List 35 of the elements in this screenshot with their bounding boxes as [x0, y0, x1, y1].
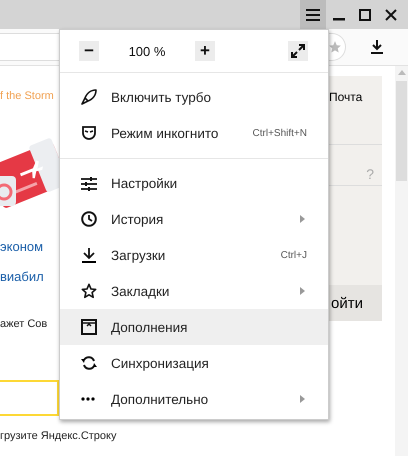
mail-link[interactable]: Почта	[327, 76, 382, 104]
hint-text: грузите Яндекс.Строку	[0, 430, 118, 442]
zoom-out-button[interactable]: −	[79, 41, 99, 61]
scroll-thumb[interactable]	[396, 81, 407, 181]
star-icon	[81, 283, 97, 299]
menu-item[interactable]: Загрузки Ctrl+J	[60, 237, 328, 273]
submenu-arrow-icon	[300, 395, 305, 403]
menu-item[interactable]: История	[60, 201, 328, 237]
menu-icon[interactable]	[300, 0, 326, 29]
box-icon	[81, 319, 97, 335]
download-icon	[81, 247, 97, 263]
menu-item[interactable]: Включить турбо	[60, 79, 328, 115]
mask-icon	[81, 125, 97, 141]
menu-item[interactable]: Синхронизация	[60, 345, 328, 381]
fullscreen-button[interactable]	[288, 41, 308, 61]
clock-icon	[81, 211, 97, 227]
zoom-in-button[interactable]: +	[195, 41, 215, 61]
submenu-arrow-icon	[300, 215, 305, 223]
menu-item[interactable]: Режим инкогнито Ctrl+Shift+N	[60, 115, 328, 151]
menu-item[interactable]: Дополнительно	[60, 381, 328, 417]
more-icon	[81, 397, 95, 401]
headline-text[interactable]: виабил	[0, 262, 59, 292]
star-icon[interactable]	[328, 40, 342, 54]
snippet-text: ажет Сов	[0, 318, 48, 330]
submenu-arrow-icon	[300, 287, 305, 295]
headline-text[interactable]: эконом	[0, 232, 59, 262]
menu-item[interactable]: Настройки	[60, 158, 328, 201]
sliders-icon	[81, 176, 97, 192]
menu-item[interactable]: Закладки	[60, 273, 328, 309]
download-icon[interactable]	[370, 39, 384, 55]
scrollbar[interactable]	[395, 66, 408, 456]
login-button[interactable]: ойти	[327, 285, 382, 321]
sync-icon	[81, 355, 97, 371]
zoom-level: 100 %	[128, 44, 166, 58]
menu-item[interactable]: Дополнения	[60, 309, 328, 345]
